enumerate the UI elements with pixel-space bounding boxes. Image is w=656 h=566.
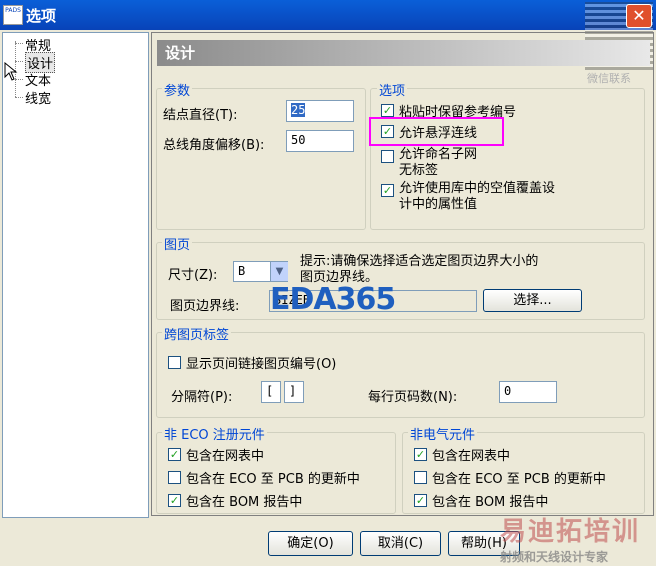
separator-left-input[interactable]: [ [261,381,281,403]
bus-angle-input[interactable]: 50 [286,130,354,152]
mouse-cursor-icon [4,62,18,81]
tree-branch [15,97,23,98]
chevron-down-icon[interactable]: ▼ [270,262,288,281]
brand-watermark: 易迪拓培训 [500,517,641,547]
sheet-group-title: 图页 [162,234,193,253]
app-icon: PADS [3,5,23,25]
cancel-button[interactable]: 取消(C) [360,531,441,556]
node-diameter-input[interactable]: 25 [286,100,354,122]
highlight-box [369,117,504,146]
non-elec-eco-checkbox[interactable] [414,471,427,484]
wechat-watermark: 微信联系 [587,72,631,85]
keep-ref-checkbox[interactable]: ✓ [381,104,394,117]
node-diameter-label: 结点直径(T): [163,108,238,123]
bus-angle-label: 总线角度偏移(B): [163,138,265,153]
non-elec-bom-checkbox[interactable]: ✓ [414,494,427,507]
window-title: 选项 [26,7,57,25]
offpage-group-title: 跨图页标签 [162,324,232,343]
tree-branch [15,43,23,44]
non-eco-eco-label: 包含在 ECO 至 PCB 的更新中 [186,472,360,487]
non-eco-netlist-label: 包含在网表中 [186,449,265,464]
non-elec-bom-label: 包含在 BOM 报告中 [432,495,549,510]
ok-button[interactable]: 确定(O) [268,531,353,556]
null-override-label: 允许使用库中的空值覆盖设 计中的属性值 [399,181,556,212]
non-eco-eco-checkbox[interactable] [168,471,181,484]
non-eco-bom-label: 包含在 BOM 报告中 [186,495,303,510]
named-subnet-checkbox[interactable] [381,150,394,163]
per-line-input[interactable]: 0 [499,381,557,403]
non-eco-bom-checkbox[interactable]: ✓ [168,494,181,507]
sheet-size-label: 尺寸(Z): [168,268,218,283]
per-line-label: 每行页码数(N): [368,390,458,405]
show-page-num-checkbox[interactable] [168,356,181,369]
non-eco-netlist-checkbox[interactable]: ✓ [168,448,181,461]
non-elec-netlist-checkbox[interactable]: ✓ [414,448,427,461]
title-bar: PADS 选项 ✕ [0,0,656,70]
non-elec-group-title: 非电气元件 [408,424,478,443]
offpage-group [156,332,645,418]
tree-item-line-width[interactable]: 线宽 [25,88,51,107]
options-group-title: 选项 [377,80,408,99]
null-override-checkbox[interactable]: ✓ [381,184,394,197]
slogan-watermark: 射频和天线设计专家 [500,550,609,564]
non-eco-group-title: 非 ECO 注册元件 [162,424,267,443]
non-elec-eco-label: 包含在 ECO 至 PCB 的更新中 [432,472,606,487]
separator-label: 分隔符(P): [171,390,233,405]
sheet-border-label: 图页边界线: [170,299,240,314]
separator-right-input[interactable]: ] [284,381,304,403]
named-subnet-label: 允许命名子网 无标签 [399,147,478,178]
tree-item-text[interactable]: 文本 [25,70,51,89]
eda365-watermark: EDA365 [270,282,396,317]
page-title: 设计 [157,40,650,66]
close-button[interactable]: ✕ [626,4,652,28]
params-group-title: 参数 [162,80,193,99]
select-border-button[interactable]: 选择... [483,289,582,312]
show-page-num-label: 显示页间链接图页编号(O) [186,357,337,372]
non-elec-netlist-label: 包含在网表中 [432,449,511,464]
category-tree[interactable]: 常规 设计 文本 线宽 [2,32,149,518]
